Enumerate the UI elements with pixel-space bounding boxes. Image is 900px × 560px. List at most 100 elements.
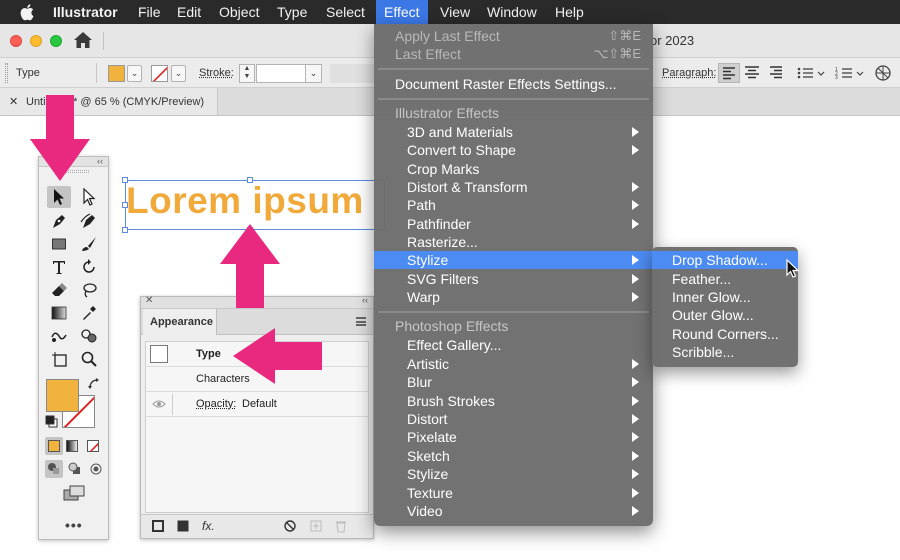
menu-app-name[interactable]: Illustrator bbox=[53, 0, 118, 24]
align-left-button[interactable] bbox=[718, 63, 740, 83]
add-new-stroke-icon[interactable] bbox=[151, 519, 165, 533]
curvature-tool[interactable] bbox=[77, 210, 101, 232]
rectangle-tool[interactable] bbox=[47, 233, 71, 255]
menu-file[interactable]: File bbox=[138, 0, 161, 24]
duplicate-item-icon[interactable] bbox=[309, 519, 323, 533]
menu-item-path[interactable]: Path bbox=[374, 196, 653, 214]
add-new-effect-icon[interactable]: fx. bbox=[202, 519, 215, 533]
control-bar-grip[interactable] bbox=[5, 63, 8, 83]
menu-item-pixelate[interactable]: Pixelate bbox=[374, 428, 653, 446]
close-document-icon[interactable]: ✕ bbox=[9, 95, 18, 108]
stroke-dropdown[interactable]: ⌄ bbox=[171, 65, 186, 82]
artboard-tool[interactable] bbox=[47, 348, 71, 370]
menu-item-sketch[interactable]: Sketch bbox=[374, 447, 653, 465]
minimize-window-button[interactable] bbox=[30, 35, 42, 47]
collapse-panel-icon[interactable]: ‹‹ bbox=[362, 295, 368, 305]
default-colors-icon[interactable] bbox=[45, 415, 59, 429]
menu-item-pathfinder[interactable]: Pathfinder bbox=[374, 215, 653, 233]
eyedropper-tool[interactable] bbox=[77, 302, 101, 324]
panel-menu-icon[interactable] bbox=[356, 317, 366, 326]
delete-item-icon[interactable] bbox=[334, 519, 348, 533]
type-tool[interactable] bbox=[47, 256, 71, 278]
align-center-button[interactable] bbox=[742, 63, 764, 83]
stroke-label[interactable]: Stroke: bbox=[199, 67, 234, 79]
selection-handle[interactable] bbox=[122, 202, 128, 208]
menu-item-apply-last-effect[interactable]: Apply Last Effect ⇧⌘E bbox=[374, 27, 653, 45]
draw-behind-icon[interactable] bbox=[66, 460, 84, 478]
fill-color-swatch[interactable] bbox=[108, 65, 125, 82]
swap-fill-stroke-icon[interactable] bbox=[87, 377, 101, 391]
menu-item-warp[interactable]: Warp bbox=[374, 288, 653, 306]
fill-color-box[interactable] bbox=[46, 379, 79, 412]
stroke-weight-dropdown[interactable]: ⌄ bbox=[305, 64, 322, 83]
menu-item-stylize-illustrator[interactable]: Stylize bbox=[374, 251, 653, 269]
menu-edit[interactable]: Edit bbox=[177, 0, 201, 24]
menu-effect[interactable]: Effect bbox=[376, 0, 428, 24]
menu-item-blur[interactable]: Blur bbox=[374, 373, 653, 391]
menu-item-stylize-photoshop[interactable]: Stylize bbox=[374, 465, 653, 483]
collapse-icon[interactable]: ‹‹ bbox=[97, 156, 103, 166]
stroke-color-swatch[interactable] bbox=[151, 65, 168, 82]
edit-toolbar-icon[interactable]: ••• bbox=[65, 517, 83, 533]
menu-item-video[interactable]: Video bbox=[374, 502, 653, 520]
menu-item-artistic[interactable]: Artistic bbox=[374, 355, 653, 373]
recolor-button[interactable] bbox=[874, 64, 894, 82]
none-mode-icon[interactable] bbox=[87, 440, 99, 452]
add-new-fill-icon[interactable] bbox=[176, 519, 190, 533]
menu-item-convert-to-shape[interactable]: Convert to Shape bbox=[374, 141, 653, 159]
menu-window[interactable]: Window bbox=[487, 0, 537, 24]
align-right-button[interactable] bbox=[766, 63, 788, 83]
direct-selection-tool[interactable] bbox=[77, 186, 101, 208]
submenu-item-drop-shadow[interactable]: Drop Shadow... bbox=[652, 251, 798, 269]
tab-appearance[interactable]: Appearance bbox=[143, 309, 217, 335]
menu-help[interactable]: Help bbox=[555, 0, 584, 24]
menu-item-raster-effects-settings[interactable]: Document Raster Effects Settings... bbox=[374, 75, 653, 93]
menu-item-distort[interactable]: Distort bbox=[374, 410, 653, 428]
submenu-item-feather[interactable]: Feather... bbox=[652, 270, 798, 288]
appearance-row-opacity[interactable]: Opacity: Default bbox=[146, 392, 368, 417]
menu-item-crop-marks[interactable]: Crop Marks bbox=[374, 160, 653, 178]
menu-item-brush-strokes[interactable]: Brush Strokes bbox=[374, 392, 653, 410]
shape-builder-tool[interactable] bbox=[77, 325, 101, 347]
zoom-window-button[interactable] bbox=[50, 35, 62, 47]
selection-handle[interactable] bbox=[122, 177, 128, 183]
gradient-mode-icon[interactable] bbox=[66, 440, 78, 452]
selection-handle[interactable] bbox=[247, 177, 253, 183]
screen-mode-icon[interactable] bbox=[63, 485, 87, 503]
paragraph-label[interactable]: Paragraph: bbox=[662, 67, 716, 79]
draw-inside-icon[interactable] bbox=[87, 460, 105, 478]
stroke-weight-stepper[interactable]: ▲ ▼ bbox=[239, 64, 255, 83]
menu-type[interactable]: Type bbox=[277, 0, 307, 24]
gradient-tool[interactable] bbox=[47, 302, 71, 324]
variable-width-field[interactable] bbox=[330, 64, 374, 83]
selection-tool[interactable] bbox=[47, 186, 71, 208]
zoom-tool[interactable] bbox=[77, 348, 101, 370]
submenu-item-round-corners[interactable]: Round Corners... bbox=[652, 325, 798, 343]
paintbrush-tool[interactable] bbox=[77, 233, 101, 255]
close-window-button[interactable] bbox=[10, 35, 22, 47]
menu-item-last-effect[interactable]: Last Effect ⌥⇧⌘E bbox=[374, 45, 653, 63]
home-icon[interactable] bbox=[73, 31, 93, 49]
submenu-item-inner-glow[interactable]: Inner Glow... bbox=[652, 288, 798, 306]
rotate-tool[interactable] bbox=[77, 256, 101, 278]
menu-item-rasterize[interactable]: Rasterize... bbox=[374, 233, 653, 251]
menu-select[interactable]: Select bbox=[326, 0, 365, 24]
menu-item-texture[interactable]: Texture bbox=[374, 484, 653, 502]
lasso-tool[interactable] bbox=[77, 279, 101, 301]
numbering-dropdown[interactable]: 123 bbox=[834, 64, 868, 82]
menu-item-effect-gallery[interactable]: Effect Gallery... bbox=[374, 336, 653, 354]
apple-logo-icon[interactable] bbox=[20, 2, 36, 22]
menu-view[interactable]: View bbox=[440, 0, 470, 24]
close-panel-icon[interactable]: ✕ bbox=[145, 295, 153, 306]
blend-tool[interactable] bbox=[47, 325, 71, 347]
menu-object[interactable]: Object bbox=[219, 0, 259, 24]
draw-normal-button[interactable] bbox=[45, 460, 63, 478]
menu-item-svg-filters[interactable]: SVG Filters bbox=[374, 270, 653, 288]
eraser-tool[interactable] bbox=[47, 279, 71, 301]
opacity-label[interactable]: Opacity: bbox=[196, 398, 236, 410]
fill-dropdown[interactable]: ⌄ bbox=[127, 65, 142, 82]
submenu-item-outer-glow[interactable]: Outer Glow... bbox=[652, 306, 798, 324]
selection-handle[interactable] bbox=[122, 227, 128, 233]
color-mode-button[interactable] bbox=[45, 437, 63, 455]
submenu-item-scribble[interactable]: Scribble... bbox=[652, 343, 798, 361]
